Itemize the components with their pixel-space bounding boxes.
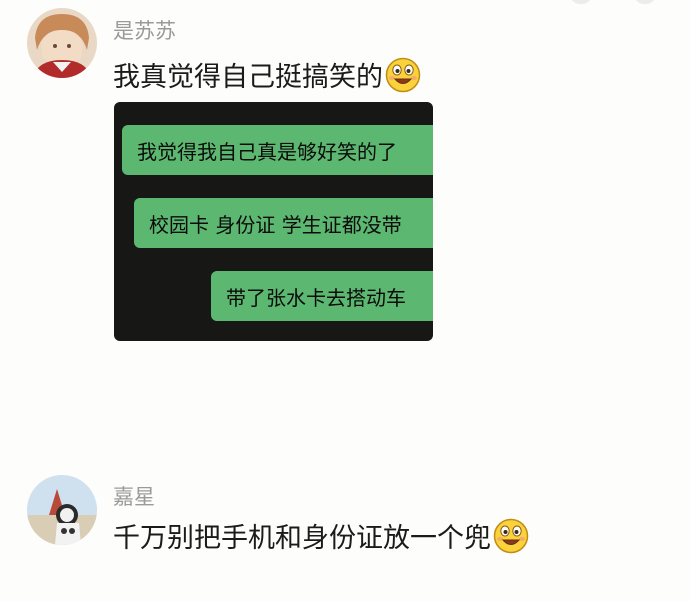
comment-text-label: 千万别把手机和身份证放一个兜 — [113, 523, 491, 554]
avatar[interactable] — [27, 8, 97, 78]
username[interactable]: 是苏苏 — [113, 15, 176, 45]
chat-bubble: 我觉得我自己真是够好笑的了 — [122, 125, 433, 175]
comment-item: 是苏苏 我真觉得自己挺搞笑的 我觉得我自己真是够好笑的了 校园卡 身份证 学生证… — [0, 0, 690, 360]
comment-text: 千万别把手机和身份证放一个兜 — [113, 516, 529, 555]
comment-text-label: 我真觉得自己挺搞笑的 — [113, 62, 383, 93]
comment-text: 我真觉得自己挺搞笑的 — [113, 55, 421, 94]
chat-bubble: 校园卡 身份证 学生证都没带 — [134, 198, 433, 248]
grinning-face-icon — [493, 518, 529, 554]
avatar[interactable] — [27, 475, 97, 545]
chat-bubble: 带了张水卡去搭动车 — [211, 271, 433, 321]
username[interactable]: 嘉星 — [113, 481, 155, 511]
comment-item: 嘉星 千万别把手机和身份证放一个兜 — [0, 460, 690, 601]
chat-screenshot-image[interactable]: 我觉得我自己真是够好笑的了 校园卡 身份证 学生证都没带 带了张水卡去搭动车 — [114, 102, 433, 341]
grinning-face-icon — [385, 57, 421, 93]
